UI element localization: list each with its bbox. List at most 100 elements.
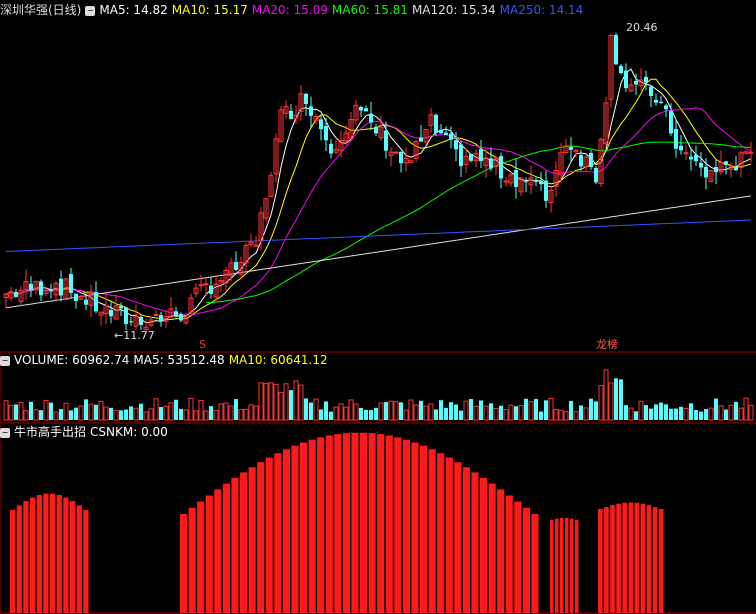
indicator-bar bbox=[317, 437, 325, 613]
volume-bar bbox=[444, 407, 448, 420]
volume-bar bbox=[683, 407, 689, 421]
volume-bar bbox=[119, 410, 123, 420]
candle-down bbox=[129, 321, 133, 323]
indicator-bar bbox=[50, 493, 56, 613]
volume-bar bbox=[413, 404, 419, 421]
volume-bar bbox=[98, 400, 104, 421]
candle-down bbox=[624, 70, 628, 89]
candle-down bbox=[724, 161, 728, 165]
indicator-bar bbox=[454, 462, 462, 613]
volume-bar bbox=[298, 384, 304, 421]
volume-bar bbox=[743, 397, 749, 421]
indicator-bar bbox=[30, 497, 36, 613]
volume-bar bbox=[364, 409, 368, 420]
candle-up bbox=[203, 283, 209, 286]
volume-bar bbox=[218, 403, 224, 421]
volume-bar bbox=[273, 383, 279, 421]
candle-up bbox=[683, 152, 689, 155]
volume-bar bbox=[129, 406, 133, 420]
volume-bar bbox=[148, 408, 154, 421]
volume-bar bbox=[378, 402, 384, 421]
volume-bar bbox=[728, 404, 734, 421]
candle-down bbox=[679, 145, 683, 151]
volume-bar bbox=[14, 404, 18, 420]
low-price-label: ←11.77 bbox=[114, 329, 155, 342]
volume-bar bbox=[724, 409, 728, 420]
volume-bar bbox=[309, 402, 313, 420]
volume-bar bbox=[669, 408, 673, 420]
volume-bar bbox=[734, 401, 738, 420]
indicator-bar bbox=[325, 435, 333, 613]
volume-bar bbox=[423, 405, 429, 421]
candle-down bbox=[179, 314, 183, 321]
stock-name[interactable]: 深圳华强(日线) bbox=[0, 3, 81, 17]
candle-down bbox=[399, 151, 403, 164]
volume-bar bbox=[23, 410, 29, 421]
ma-labels-item: MA10: 15.17 bbox=[171, 3, 248, 17]
volume-bar bbox=[473, 405, 479, 421]
indicator-bar bbox=[222, 483, 230, 613]
candle-down bbox=[74, 293, 78, 302]
indicator-bar bbox=[514, 501, 522, 613]
indicator-bar bbox=[214, 489, 222, 613]
indicator-bar bbox=[63, 497, 69, 613]
collapse-icon[interactable]: − bbox=[0, 355, 10, 366]
ma-legend: MA5: 14.82 MA10: 15.17 MA20: 15.09 MA60: 15… bbox=[99, 3, 587, 17]
collapse-icon[interactable]: − bbox=[85, 5, 96, 16]
collapse-icon[interactable]: − bbox=[0, 427, 10, 438]
volume-bar bbox=[694, 410, 698, 420]
candle-down bbox=[449, 133, 453, 140]
volume-bar bbox=[434, 409, 438, 420]
volume-bar bbox=[469, 399, 473, 420]
volume-bar bbox=[553, 409, 559, 421]
candle-down bbox=[524, 181, 528, 183]
volume-bar bbox=[563, 411, 569, 421]
indicator-legend: 牛市高手出招 CSNKM: 0.00 bbox=[14, 425, 172, 439]
indicator-bar bbox=[488, 483, 496, 613]
candle-down bbox=[614, 34, 618, 65]
candle-down bbox=[514, 169, 518, 187]
indicator-bar bbox=[342, 433, 350, 613]
volume-bar bbox=[664, 404, 668, 420]
volume-bar bbox=[534, 398, 538, 420]
volume-bar bbox=[238, 409, 244, 421]
volume-bar bbox=[124, 409, 128, 420]
volume-bar bbox=[33, 409, 39, 421]
volume-bar bbox=[603, 369, 609, 421]
volume-bar bbox=[619, 379, 623, 420]
indicator-bar bbox=[575, 520, 579, 613]
volume-bar bbox=[143, 411, 149, 421]
chart-stage[interactable]: 20.46 ←11.77 S 龙榜 bbox=[0, 0, 756, 614]
candle-down bbox=[319, 119, 323, 130]
candle-up bbox=[198, 284, 204, 287]
indicator-bar bbox=[555, 518, 559, 613]
indicator-bar bbox=[360, 432, 368, 613]
volume-bar bbox=[594, 401, 598, 420]
volume-bar bbox=[333, 406, 339, 421]
volume-bar bbox=[489, 403, 493, 420]
volume-bar bbox=[544, 400, 548, 420]
candle-down bbox=[694, 154, 698, 162]
candle-down bbox=[479, 149, 483, 162]
candle-down bbox=[174, 311, 178, 317]
candle-down bbox=[364, 108, 368, 112]
indicator-bar bbox=[56, 495, 62, 613]
volume-bar bbox=[704, 409, 708, 420]
volume-bar bbox=[188, 397, 194, 421]
ma-line bbox=[5, 107, 752, 316]
candlesticks[interactable] bbox=[3, 32, 754, 331]
indicator-bar bbox=[640, 503, 646, 613]
volume-bar bbox=[109, 407, 113, 420]
candle-down bbox=[459, 144, 463, 167]
indicator-bar bbox=[180, 514, 188, 613]
volume-bar bbox=[408, 399, 414, 421]
volume-bar bbox=[293, 380, 299, 421]
volume-bar bbox=[163, 405, 169, 421]
volume-bar bbox=[153, 398, 159, 421]
candle-down bbox=[434, 114, 438, 133]
candle-down bbox=[734, 167, 738, 171]
price-panel-header: 深圳华强(日线) − MA5: 14.82 MA10: 15.17 MA20: 15.0… bbox=[0, 1, 591, 19]
volume-bar bbox=[258, 382, 264, 421]
indicator-bar bbox=[240, 472, 248, 613]
volume-bars bbox=[3, 369, 754, 421]
